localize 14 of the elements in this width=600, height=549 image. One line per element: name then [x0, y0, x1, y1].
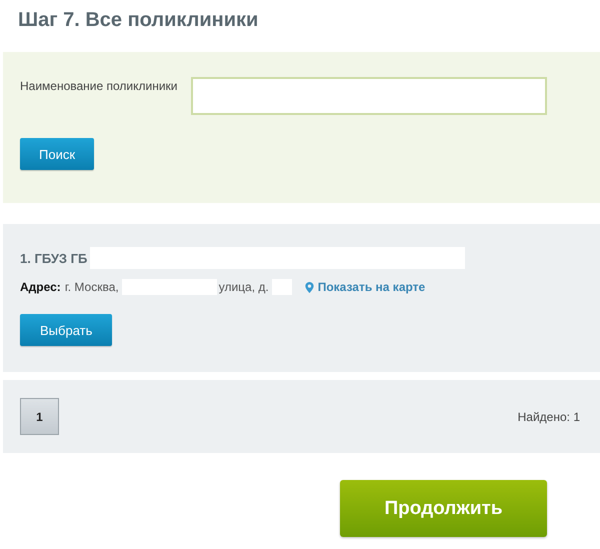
- address-text: г. Москва,: [64, 280, 119, 294]
- select-button[interactable]: Выбрать: [20, 314, 112, 346]
- map-link[interactable]: Показать на карте: [304, 280, 426, 294]
- page-button[interactable]: 1: [20, 398, 59, 435]
- input-field[interactable]: [191, 77, 547, 115]
- found-count: Найдено: 1: [518, 410, 580, 424]
- search-button[interactable]: Поиск: [20, 138, 94, 170]
- map-pin-icon: [304, 282, 314, 292]
- page-title: Шаг 7. Все поликлиники: [18, 8, 260, 33]
- continue-button[interactable]: Продолжить: [340, 480, 547, 537]
- address-text: улица, д.: [218, 280, 269, 294]
- clinic-name: 1. ГБУЗ ГБ: [20, 250, 88, 266]
- field-label: Наименование поликлиники: [20, 78, 179, 95]
- address-label: Адрес:: [20, 280, 61, 294]
